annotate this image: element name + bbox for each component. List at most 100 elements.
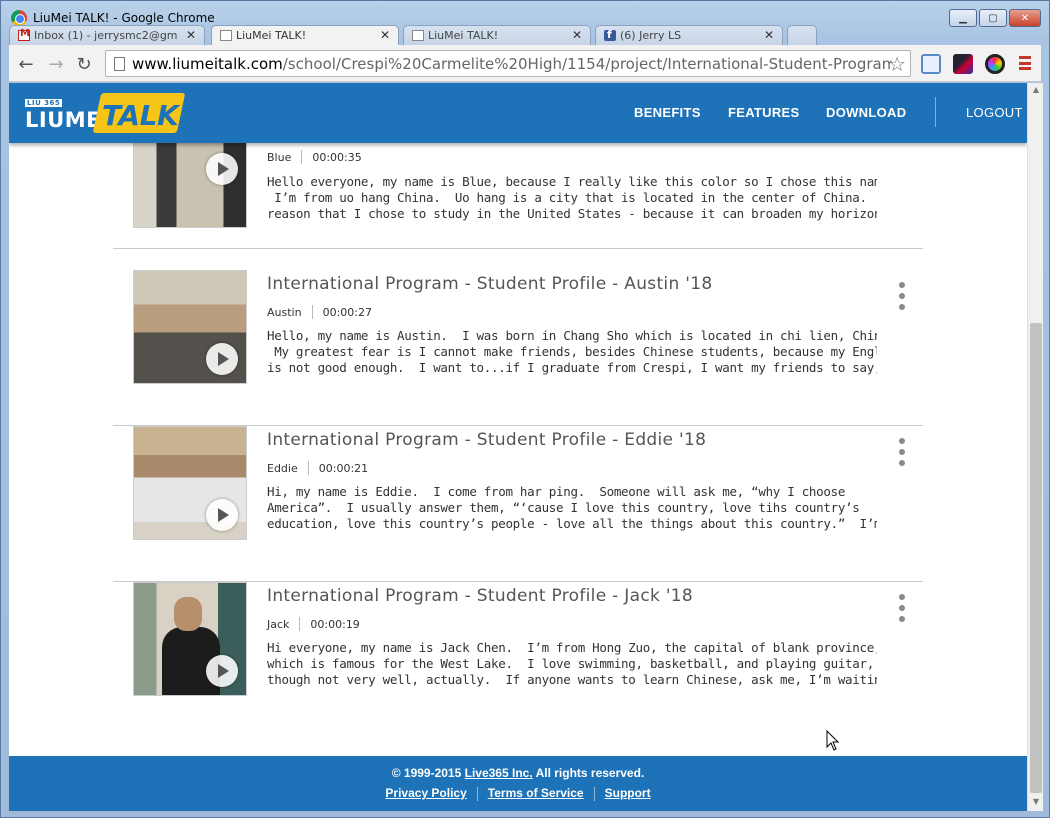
tab-facebook[interactable]: (6) Jerry LS ✕ <box>595 25 783 45</box>
desc-line: Hello everyone, my name is Blue, because… <box>267 174 877 189</box>
reload-icon[interactable]: ↻ <box>73 53 95 75</box>
footer-links: Privacy Policy Terms of Service Support <box>9 786 1027 801</box>
item-description: Hi, my name is Eddie. I come from har pi… <box>267 484 877 532</box>
tab-gmail[interactable]: Inbox (1) - jerrysmc2@gm ✕ <box>9 25 205 45</box>
duration: 00:00:19 <box>310 617 360 631</box>
page-viewport: Blue 00:00:35 Hello everyone, my name is… <box>9 83 1027 811</box>
logo-talk: TALK <box>102 99 179 132</box>
video-title[interactable]: International Program - Student Profile … <box>267 430 706 450</box>
item-meta: Jack 00:00:19 <box>267 617 360 631</box>
more-options-icon[interactable] <box>898 282 906 310</box>
support-link[interactable]: Support <box>605 786 651 800</box>
rights-text: All rights reserved. <box>535 766 645 780</box>
tab-label: LiuMei TALK! <box>236 29 307 42</box>
nav-features[interactable]: FEATURES <box>728 105 800 120</box>
page-scrollbar[interactable]: ▲ ▼ <box>1027 83 1043 811</box>
video-thumbnail[interactable] <box>133 426 247 540</box>
site-header: LIU 365 LIUMEI TALK BENEFITS FEATURES DO… <box>9 83 1027 143</box>
url-text[interactable]: www.liumeitalk.com/school/Crespi%20Carme… <box>132 55 892 73</box>
bookmark-star-icon[interactable]: ☆ <box>888 52 906 76</box>
item-description: Hi everyone, my name is Jack Chen. I’m f… <box>267 640 877 688</box>
author-name: Blue <box>267 150 292 164</box>
facebook-icon <box>604 28 616 41</box>
author-name: Eddie <box>267 461 298 475</box>
desc-line: I’m from uo hang China. Uo hang is a cit… <box>267 190 877 205</box>
author-name: Austin <box>267 305 302 319</box>
address-bar[interactable]: www.liumeitalk.com/school/Crespi%20Carme… <box>105 50 911 77</box>
desc-line: though not very well, actually. If anyon… <box>267 672 877 687</box>
tab-liumei[interactable]: LiuMei TALK! ✕ <box>403 25 591 45</box>
video-thumbnail[interactable] <box>133 582 247 696</box>
site-footer: © 1999-2015 Live365 Inc. All rights rese… <box>9 756 1027 811</box>
list-item: International Program - Student Profile … <box>113 426 923 582</box>
scroll-thumb[interactable] <box>1030 323 1042 793</box>
extension-icon[interactable] <box>985 54 1005 74</box>
tab-label: Inbox (1) - jerrysmc2@gm <box>34 29 178 42</box>
nav-download[interactable]: DOWNLOAD <box>826 105 906 120</box>
desc-line: which is famous for the West Lake. I lov… <box>267 656 874 671</box>
more-options-icon[interactable] <box>898 438 906 466</box>
chrome-icon <box>11 10 27 26</box>
duration: 00:00:35 <box>312 150 362 164</box>
forward-arrow-icon[interactable]: → <box>45 53 67 75</box>
video-title[interactable]: International Program - Student Profile … <box>267 274 712 294</box>
item-description: Hello everyone, my name is Blue, because… <box>267 174 877 222</box>
item-meta: Eddie 00:00:21 <box>267 461 368 475</box>
url-path: /school/Crespi%20Carmelite%20High/1154/p… <box>282 55 892 73</box>
scroll-down-arrow-icon[interactable]: ▼ <box>1030 797 1042 809</box>
desc-line: Hi everyone, my name is Jack Chen. I’m f… <box>267 640 877 655</box>
new-tab-button[interactable] <box>787 25 817 45</box>
url-host: www.liumeitalk.com <box>132 55 283 73</box>
browser-toolbar: ← → ↻ www.liumeitalk.com/school/Crespi%2… <box>9 45 1041 82</box>
desc-line: education, love this country’s people - … <box>267 516 877 531</box>
video-title[interactable]: International Program - Student Profile … <box>267 586 693 606</box>
liumei-talk-logo[interactable]: LIU 365 LIUMEI TALK <box>25 93 186 133</box>
list-item: International Program - Student Profile … <box>113 270 923 426</box>
desc-line: America”. I usually answer them, “‘cause… <box>267 500 860 515</box>
back-arrow-icon[interactable]: ← <box>15 53 37 75</box>
copyright: © 1999-2015 Live365 Inc. All rights rese… <box>9 766 1027 780</box>
author-name: Jack <box>267 617 290 631</box>
scroll-up-arrow-icon[interactable]: ▲ <box>1030 85 1042 97</box>
logo-badge: LIU 365 <box>25 99 63 107</box>
item-meta: Blue 00:00:35 <box>267 150 362 164</box>
terms-of-service-link[interactable]: Terms of Service <box>488 786 584 800</box>
tab-strip: Inbox (1) - jerrysmc2@gm ✕ LiuMei TALK! … <box>1 25 1049 45</box>
close-tab-icon[interactable]: ✕ <box>572 28 582 42</box>
privacy-policy-link[interactable]: Privacy Policy <box>385 786 466 800</box>
page-icon <box>220 30 232 41</box>
copyright-text: © 1999-2015 <box>391 766 462 780</box>
video-thumbnail[interactable] <box>133 270 247 384</box>
chrome-menu-icon[interactable] <box>1017 55 1033 71</box>
tab-label: LiuMei TALK! <box>428 29 499 42</box>
duration: 00:00:27 <box>322 305 372 319</box>
extension-icon[interactable] <box>921 54 941 74</box>
more-options-icon[interactable] <box>898 594 906 622</box>
close-tab-icon[interactable]: ✕ <box>186 28 196 42</box>
tab-liumei-active[interactable]: LiuMei TALK! ✕ <box>211 25 399 45</box>
company-link[interactable]: Live365 Inc. <box>465 766 533 780</box>
duration: 00:00:21 <box>318 461 369 475</box>
desc-line: My greatest fear is I cannot make friend… <box>267 344 877 359</box>
extension-icon[interactable] <box>953 54 973 74</box>
close-tab-icon[interactable]: ✕ <box>764 28 774 42</box>
nav-divider <box>935 97 936 127</box>
play-icon[interactable] <box>206 499 238 531</box>
window-title: LiuMei TALK! - Google Chrome <box>33 11 215 25</box>
list-item: International Program - Student Profile … <box>113 582 923 738</box>
page-icon <box>412 30 424 41</box>
nav-benefits[interactable]: BENEFITS <box>634 105 701 120</box>
play-icon[interactable] <box>206 153 238 185</box>
item-description: Hello, my name is Austin. I was born in … <box>267 328 877 376</box>
nav-logout[interactable]: LOGOUT <box>966 105 1023 120</box>
close-tab-icon[interactable]: ✕ <box>380 28 390 42</box>
desc-line: reason that I chose to study in the Unit… <box>267 206 877 221</box>
page-icon <box>114 57 125 71</box>
browser-window: LiuMei TALK! - Google Chrome ▁ ▢ ✕ Inbox… <box>0 0 1050 818</box>
tab-label: (6) Jerry LS <box>620 29 682 42</box>
play-icon[interactable] <box>206 655 238 687</box>
play-icon[interactable] <box>206 343 238 375</box>
gmail-icon <box>18 28 30 41</box>
desc-line: Hi, my name is Eddie. I come from har pi… <box>267 484 846 499</box>
video-list: Blue 00:00:35 Hello everyone, my name is… <box>9 83 1027 811</box>
